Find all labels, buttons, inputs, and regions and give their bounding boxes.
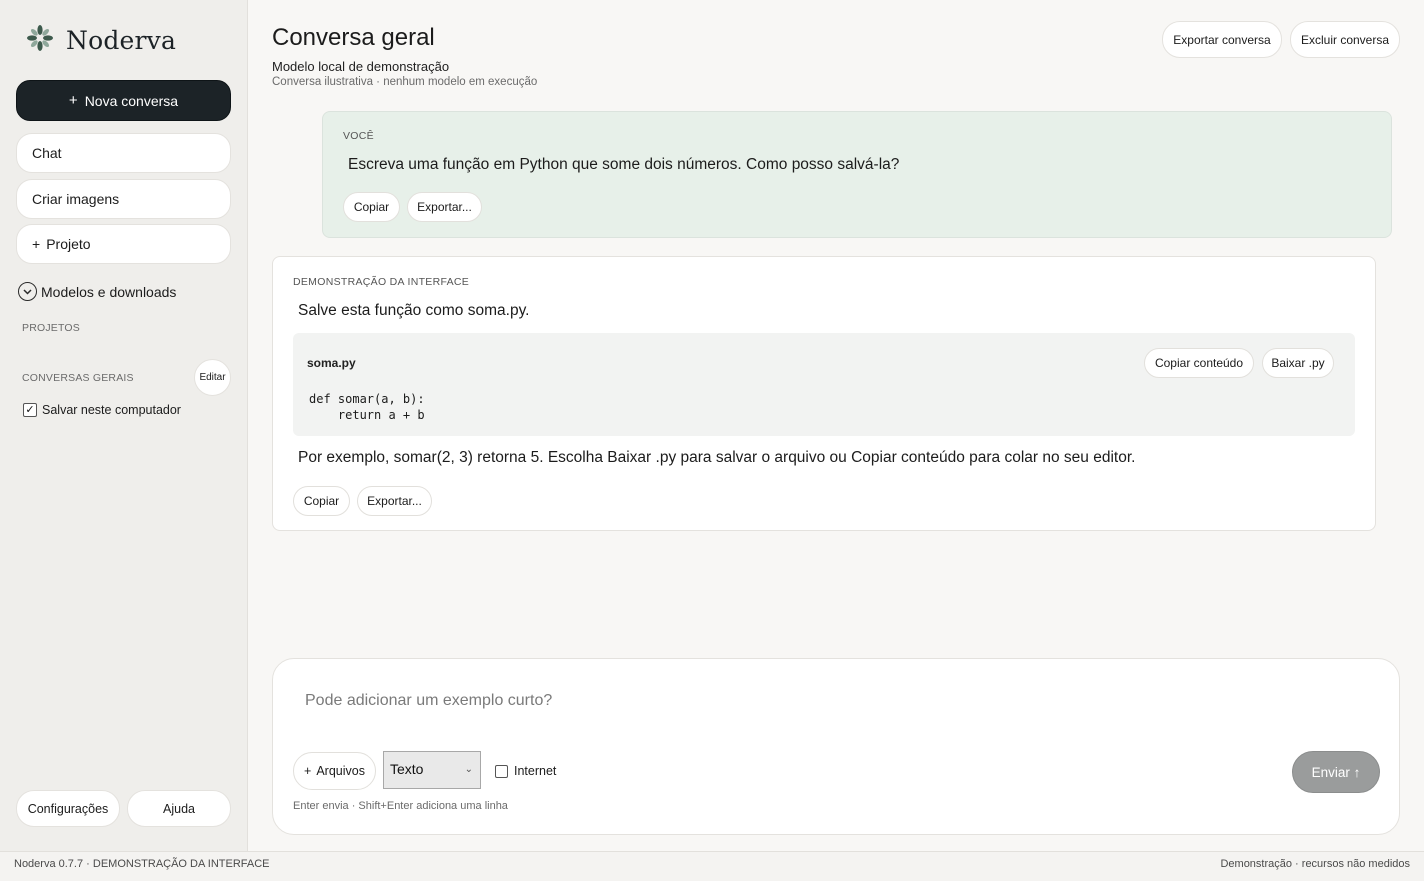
general-chats-heading: CONVERSAS GERAIS (22, 372, 134, 384)
sidebar-item-label: Chat (32, 145, 62, 161)
copy-button[interactable]: Copiar (343, 192, 400, 222)
sidebar-item-label: Criar imagens (32, 191, 120, 207)
status-bar: Noderva 0.7.7 · DEMONSTRAÇÃO DA INTERFAC… (0, 851, 1424, 881)
message-text: Salve esta função como soma.py. (298, 302, 530, 319)
projects-heading: PROJETOS (22, 322, 81, 334)
save-locally-label: Salvar neste computador (42, 403, 181, 417)
save-locally-checkbox[interactable]: ✓ (23, 403, 37, 417)
user-message: VOCÊ Escreva uma função em Python que so… (322, 111, 1392, 238)
message-text: Por exemplo, somar(2, 3) retorna 5. Esco… (298, 449, 1136, 466)
delete-conversation-button[interactable]: Excluir conversa (1290, 21, 1400, 58)
code-filename: soma.py (307, 356, 356, 370)
internet-label: Internet (514, 764, 557, 778)
sidebar-item-create-images[interactable]: Criar imagens (16, 179, 231, 219)
code-content: def somar(a, b): return a + b (309, 392, 425, 422)
status-resources: Demonstração · recursos não medidos (1220, 858, 1410, 870)
keyboard-hint: Enter envia · Shift+Enter adiciona uma l… (293, 800, 508, 812)
chevron-down-icon: ⌄ (464, 764, 473, 775)
new-chat-button[interactable]: + Nova conversa (16, 80, 231, 121)
brand: Noderva (26, 24, 176, 57)
chevron-down-icon (18, 282, 37, 301)
new-chat-label: Nova conversa (84, 92, 179, 109)
export-button[interactable]: Exportar... (407, 192, 482, 222)
plus-icon: + (304, 764, 312, 778)
mode-select-value: Texto (390, 761, 424, 777)
settings-button[interactable]: Configurações (16, 790, 120, 827)
message-role: VOCÊ (343, 130, 374, 142)
internet-toggle[interactable]: Internet (495, 764, 556, 778)
message-role: DEMONSTRAÇÃO DA INTERFACE (293, 276, 470, 288)
mode-select[interactable]: Texto ⌄ (383, 751, 481, 789)
sidebar-item-label: Projeto (46, 236, 91, 252)
composer: + Arquivos Texto ⌄ Internet Enviar ↑ Ent… (272, 658, 1400, 835)
status-version: Noderva 0.7.7 · DEMONSTRAÇÃO DA INTERFAC… (14, 858, 270, 870)
models-downloads-toggle[interactable]: Modelos e downloads (18, 282, 176, 301)
models-downloads-label: Modelos e downloads (41, 283, 177, 300)
send-button[interactable]: Enviar ↑ (1292, 751, 1380, 793)
plus-icon: + (68, 92, 78, 109)
attach-files-button[interactable]: + Arquivos (293, 752, 376, 790)
code-block: soma.py Copiar conteúdo Baixar .py def s… (293, 333, 1355, 436)
assistant-message: DEMONSTRAÇÃO DA INTERFACE Salve esta fun… (272, 256, 1376, 531)
copy-content-button[interactable]: Copiar conteúdo (1144, 348, 1254, 378)
brand-name: Noderva (66, 26, 177, 55)
plus-icon: + (32, 236, 41, 252)
message-text: Escreva uma função em Python que some do… (348, 156, 900, 173)
page-title: Conversa geral (272, 24, 435, 51)
noderva-logo-icon (26, 24, 54, 57)
model-name: Modelo local de demonstração (272, 59, 450, 74)
conversation-caption: Conversa ilustrativa · nenhum modelo em … (272, 76, 538, 88)
sidebar-item-project[interactable]: + Projeto (16, 224, 231, 264)
export-conversation-button[interactable]: Exportar conversa (1162, 21, 1282, 58)
attach-files-label: Arquivos (316, 764, 365, 778)
edit-button[interactable]: Editar (194, 359, 231, 396)
internet-checkbox[interactable] (495, 764, 508, 778)
message-input[interactable] (305, 692, 1365, 710)
sidebar-item-chat[interactable]: Chat (16, 133, 231, 173)
export-button[interactable]: Exportar... (357, 486, 432, 516)
copy-button[interactable]: Copiar (293, 486, 350, 516)
download-py-button[interactable]: Baixar .py (1262, 348, 1334, 378)
help-button[interactable]: Ajuda (127, 790, 231, 827)
sidebar: Noderva + Nova conversa Chat Criar image… (0, 0, 248, 851)
save-locally-toggle[interactable]: ✓ Salvar neste computador (23, 403, 181, 417)
